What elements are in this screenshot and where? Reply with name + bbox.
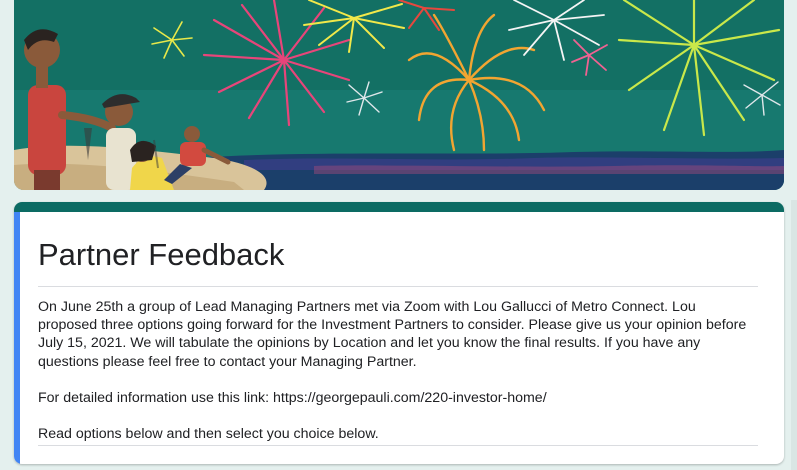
- card-top-accent-bar: [14, 202, 784, 212]
- description-paragraph-instructions: Read options below and then select you c…: [38, 426, 379, 443]
- form-description: On June 25th a group of Lead Managing Pa…: [38, 298, 758, 443]
- title-divider: [38, 286, 758, 287]
- description-paragraph-link: For detailed information use this link: …: [38, 389, 547, 406]
- header-banner-image: [14, 0, 784, 190]
- form-header-content: Partner Feedback On June 25th a group of…: [38, 212, 758, 464]
- page-scroll-edge: [791, 200, 797, 470]
- fireworks-illustration: [14, 0, 784, 190]
- form-header-card: Partner Feedback On June 25th a group of…: [14, 202, 784, 464]
- description-paragraph-intro: On June 25th a group of Lead Managing Pa…: [38, 299, 747, 370]
- form-title: Partner Feedback: [38, 237, 285, 272]
- description-divider: [38, 445, 758, 447]
- card-left-accent-bar: [14, 212, 20, 464]
